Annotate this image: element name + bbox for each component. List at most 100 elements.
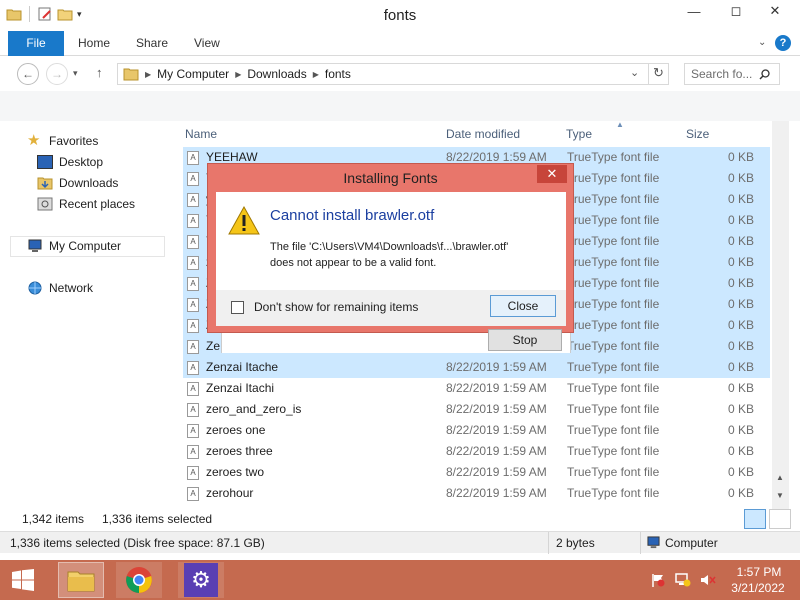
font-file-icon: A xyxy=(187,487,199,501)
dialog-footer: Don't show for remaining items Close xyxy=(216,290,566,326)
status-location: Computer xyxy=(665,536,718,550)
address-bar[interactable]: ▶ My Computer ▶ Downloads ▶ fonts ⌄ ↻ xyxy=(117,63,669,85)
dont-show-label[interactable]: Don't show for remaining items xyxy=(254,300,418,314)
start-button[interactable] xyxy=(0,562,46,598)
nav-desktop[interactable]: Desktop xyxy=(37,155,103,169)
nav-recent-places[interactable]: Recent places xyxy=(37,197,135,211)
dont-show-checkbox[interactable] xyxy=(231,301,244,314)
navigation-pane: ★ Favorites Desktop Downloads Recent pla… xyxy=(0,121,172,509)
title-bar: ▾ fonts — ◻ ✕ xyxy=(0,0,800,31)
file-type: TrueType font file xyxy=(567,402,660,416)
column-header-type[interactable]: Type xyxy=(566,127,592,141)
table-row[interactable]: Azeroes three 8/22/2019 1:59 AM TrueType f… xyxy=(183,441,770,462)
breadcrumb-my-computer[interactable]: My Computer xyxy=(157,67,229,81)
status-divider xyxy=(640,532,641,554)
file-type: TrueType font file xyxy=(567,297,660,311)
file-type: TrueType font file xyxy=(567,465,660,479)
column-header-date[interactable]: Date modified xyxy=(446,127,520,141)
table-row[interactable]: A Zenzai Itachi 8/22/2019 1:59 AM TrueType … xyxy=(183,378,770,399)
dialog-close-action-button[interactable]: Close xyxy=(490,295,556,317)
file-type: TrueType font file xyxy=(567,234,660,248)
font-file-icon: A xyxy=(187,235,199,249)
taskbar: ⚙ 1:57 PM 3/21/2022 xyxy=(0,560,800,600)
chevron-right-icon: ▶ xyxy=(312,69,319,79)
progress-dialog-remnant: Stop xyxy=(221,329,571,353)
details-view-button[interactable] xyxy=(744,509,766,529)
nav-favorites-label: Favorites xyxy=(49,134,99,148)
file-type: TrueType font file xyxy=(567,444,660,458)
table-row[interactable]: Azero_and_zero_is 8/22/2019 1:59 AM TrueTy… xyxy=(183,399,770,420)
nav-computer-label: My Computer xyxy=(49,239,122,253)
font-file-icon: A xyxy=(187,424,199,438)
table-row[interactable]: A Zenzai Itache 8/22/2019 1:59 AM TrueType … xyxy=(183,357,770,378)
clock-time[interactable]: 1:57 PM xyxy=(732,565,786,579)
nav-favorites[interactable]: ★ Favorites xyxy=(27,133,99,148)
breadcrumb-fonts[interactable]: fonts xyxy=(325,67,351,81)
nav-network[interactable]: Network xyxy=(27,281,93,295)
file-name: zero_and_zero_is xyxy=(206,402,302,416)
chevron-right-icon: ▶ xyxy=(235,69,242,79)
breadcrumb-downloads[interactable]: Downloads xyxy=(247,67,306,81)
file-name: zeroes three xyxy=(206,444,273,458)
dialog-message-line2: does not appear to be a valid font. xyxy=(270,257,437,269)
file-type: TrueType font file xyxy=(567,423,660,437)
file-date: 8/22/2019 1:59 AM xyxy=(446,150,547,164)
scroll-down-icon[interactable]: ▼ xyxy=(776,491,784,500)
forward-button[interactable]: → xyxy=(46,63,68,85)
nav-my-computer[interactable]: My Computer xyxy=(27,239,121,253)
desktop-icon xyxy=(37,155,53,169)
address-dropdown-icon[interactable]: ⌄ xyxy=(630,66,639,79)
file-name: Zenzai Itache xyxy=(206,360,279,374)
table-row[interactable]: Azerohour 8/22/2019 1:59 AM TrueType font … xyxy=(183,483,770,504)
maximize-button[interactable]: ◻ xyxy=(721,0,751,22)
taskbar-file-explorer[interactable] xyxy=(58,562,104,598)
action-center-flag-icon[interactable] xyxy=(651,573,665,587)
selection-size: 2 bytes xyxy=(556,536,595,550)
column-header-name[interactable]: Name xyxy=(185,127,217,141)
minimize-button[interactable]: — xyxy=(679,0,709,22)
installing-fonts-dialog: Installing Fonts ✕ Cannot install brawle… xyxy=(207,163,574,333)
taskbar-chrome[interactable] xyxy=(116,562,162,598)
tab-share[interactable]: Share xyxy=(136,31,168,56)
vertical-scrollbar[interactable]: ▲ ▼ xyxy=(772,121,789,509)
dialog-body: Cannot install brawler.otf The file 'C:\… xyxy=(216,192,566,326)
file-size: 0 KB xyxy=(727,486,754,500)
file-type: TrueType font file xyxy=(567,213,660,227)
table-row[interactable]: Azeroes one 8/22/2019 1:59 AM TrueType fon… xyxy=(183,420,770,441)
large-icons-view-button[interactable] xyxy=(769,509,791,529)
tab-view[interactable]: View xyxy=(194,31,220,56)
scroll-up-icon[interactable]: ▲ xyxy=(776,473,784,482)
file-type: TrueType font file xyxy=(567,150,660,164)
search-icon xyxy=(759,69,770,80)
ribbon-collapsed-area xyxy=(0,91,800,121)
font-file-icon: A xyxy=(187,403,199,417)
font-file-icon: A xyxy=(187,445,199,459)
column-header-size[interactable]: Size xyxy=(686,127,709,141)
refresh-icon[interactable]: ↻ xyxy=(653,65,664,81)
font-file-icon: A xyxy=(187,319,199,333)
file-type: TrueType font file xyxy=(567,255,660,269)
network-icon xyxy=(28,281,42,295)
network-status-icon[interactable] xyxy=(675,573,691,587)
up-button[interactable]: ↑ xyxy=(96,65,103,80)
stop-button[interactable]: Stop xyxy=(488,329,562,351)
clock-date[interactable]: 3/21/2022 xyxy=(726,581,790,595)
tab-file[interactable]: File xyxy=(8,31,64,56)
volume-muted-icon[interactable] xyxy=(700,573,716,587)
taskbar-settings[interactable]: ⚙ xyxy=(178,562,224,598)
expand-ribbon-icon[interactable]: ⌄ xyxy=(758,37,766,48)
close-window-button[interactable]: ✕ xyxy=(760,0,790,22)
nav-downloads[interactable]: Downloads xyxy=(37,176,118,190)
table-row[interactable]: Azeroes two 8/22/2019 1:59 AM TrueType fon… xyxy=(183,462,770,483)
file-size: 0 KB xyxy=(727,276,754,290)
item-count: 1,342 items xyxy=(22,512,85,526)
back-button[interactable]: ← xyxy=(17,63,39,85)
file-type: TrueType font file xyxy=(567,192,660,206)
dialog-close-button[interactable]: ✕ xyxy=(537,165,567,183)
navigation-bar: ← → ▾ ↑ ▶ My Computer ▶ Downloads ▶ font… xyxy=(0,57,800,91)
help-icon[interactable]: ? xyxy=(775,35,791,51)
file-size: 0 KB xyxy=(727,444,754,458)
recent-locations-icon[interactable]: ▾ xyxy=(73,68,78,79)
tab-home[interactable]: Home xyxy=(78,31,110,56)
file-size: 0 KB xyxy=(727,171,754,185)
